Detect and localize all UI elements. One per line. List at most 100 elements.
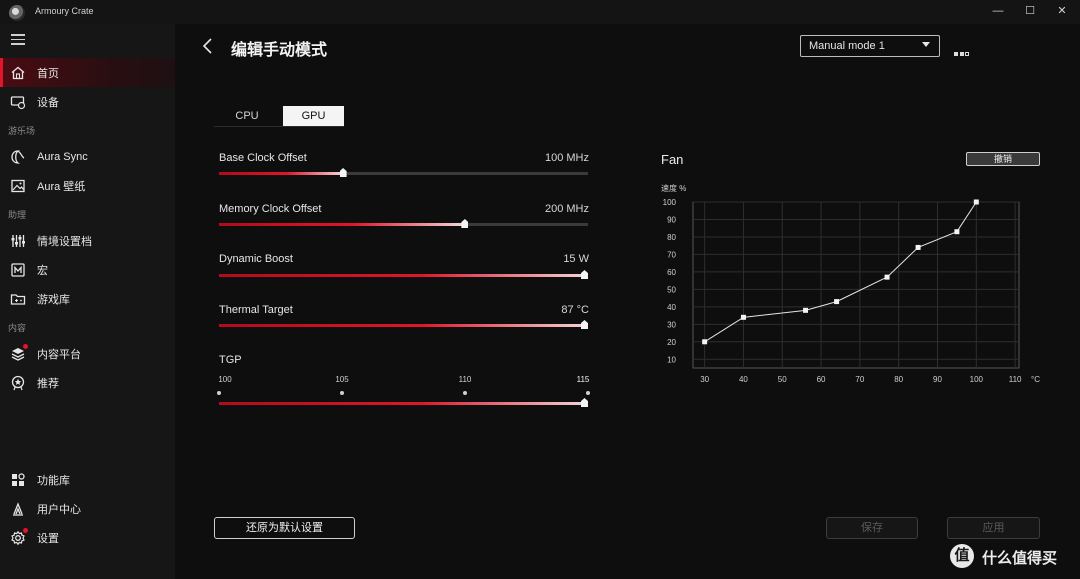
sidebar-item-content-platform[interactable]: 内容平台 (0, 339, 175, 368)
sidebar-item-macro[interactable]: 宏 (0, 255, 175, 284)
y-tick-label: 20 (667, 338, 676, 347)
dynamic-boost-label: Dynamic Boost (219, 253, 293, 265)
menu-icon[interactable] (11, 34, 25, 45)
mode-select-value: Manual mode 1 (809, 40, 885, 52)
sidebar-item-user-center[interactable]: 用户中心 (0, 494, 175, 523)
thermal-target-slider[interactable] (219, 320, 588, 329)
dynamic-boost-value: 15 W (563, 253, 589, 265)
fan-curve-point[interactable] (834, 299, 840, 305)
mode-select-dropdown[interactable]: Manual mode 1 (800, 35, 940, 57)
tgp-tick-dot (586, 391, 590, 395)
sidebar-item-label: 内容平台 (37, 348, 81, 361)
watermark-text: 什么值得买 (982, 550, 1058, 567)
fan-title: Fan (661, 152, 684, 167)
sidebar-item-label: 游戏库 (37, 293, 70, 306)
sidebar-item-scenario-profile[interactable]: 情境设置档 (0, 226, 175, 255)
x-tick-label: 90 (933, 375, 942, 384)
x-tick-label: 80 (894, 375, 903, 384)
sidebar-item-device[interactable]: 设备 (0, 87, 175, 116)
dynamic-boost-slider[interactable] (219, 270, 588, 279)
fan-curve-point[interactable] (740, 314, 746, 320)
device-tabs: CPU GPU (214, 106, 344, 127)
x-tick-label: 50 (778, 375, 787, 384)
memory-clock-value: 200 MHz (544, 203, 589, 215)
x-unit-label: °C (1031, 375, 1040, 384)
save-button[interactable]: 保存 (826, 517, 918, 539)
fan-curve-point[interactable] (803, 307, 809, 313)
sidebar-item-label: 用户中心 (37, 503, 81, 516)
base-clock-label: Base Clock Offset (219, 152, 307, 164)
reset-default-button[interactable]: 还原为默认设置 (214, 517, 355, 539)
maximize-button[interactable]: ☐ (1020, 3, 1040, 19)
watermark: 值 什么值得买 (950, 544, 1080, 572)
tgp-tick-label: 110 (458, 375, 472, 384)
tgp-tick-dot (217, 391, 221, 395)
title-bar: Armoury Crate — ☐ ✕ (0, 0, 1080, 24)
sidebar: 首页 设备 游乐场 Aura Sync Aura 壁纸 助理 情境设置档 宏 游… (0, 24, 175, 579)
armoury-crate-logo-icon (9, 5, 25, 21)
thermal-target-value: 87 °C (561, 304, 589, 316)
tgp-tick-label: 105 (335, 375, 349, 384)
tab-gpu[interactable]: GPU (280, 106, 344, 126)
tab-cpu[interactable]: CPU (214, 106, 280, 126)
x-tick-label: 40 (739, 375, 748, 384)
x-tick-label: 100 (970, 375, 984, 384)
aura-sync-icon (11, 149, 25, 164)
tgp-slider[interactable] (219, 398, 588, 407)
wallpaper-icon (11, 179, 25, 192)
fan-curve-point[interactable] (915, 244, 921, 250)
y-tick-label: 70 (667, 250, 676, 259)
more-options-icon[interactable] (954, 43, 974, 56)
undo-button[interactable]: 撤销 (966, 152, 1040, 166)
macro-icon (11, 262, 25, 277)
y-tick-label: 10 (667, 355, 676, 364)
feature-library-icon (12, 472, 25, 486)
sidebar-item-label: 设备 (37, 96, 59, 109)
y-tick-label: 90 (667, 215, 676, 224)
slider-fill (219, 324, 588, 327)
sidebar-item-label: 首页 (37, 67, 59, 80)
sidebar-item-label: Aura Sync (37, 150, 88, 163)
home-icon (11, 66, 25, 79)
section-label-assistant: 助理 (8, 210, 27, 220)
sidebar-item-label: 设置 (37, 532, 59, 545)
sidebar-item-home[interactable]: 首页 (0, 58, 175, 87)
sidebar-item-aura-wallpaper[interactable]: Aura 壁纸 (0, 171, 175, 200)
y-tick-label: 40 (667, 303, 676, 312)
slider-fill (219, 402, 588, 405)
sidebar-item-label: 宏 (37, 264, 48, 277)
base-clock-value: 100 MHz (544, 152, 589, 164)
memory-clock-slider[interactable] (219, 219, 588, 228)
fan-curve-chart[interactable]: 10 20 30 40 50 60 70 80 90 100 30 40 50 60 70 80 90 100 11… (655, 190, 1045, 390)
sidebar-item-feature-library[interactable]: 功能库 (0, 465, 175, 494)
base-clock-slider[interactable] (219, 168, 588, 177)
plot-frame (692, 201, 1020, 369)
fan-curve-point[interactable] (973, 199, 979, 205)
close-button[interactable]: ✕ (1052, 3, 1072, 19)
fan-curve-point[interactable] (954, 229, 960, 235)
tgp-tick-label: 100 (218, 375, 232, 384)
thermal-target-label: Thermal Target (219, 304, 293, 316)
back-arrow-icon[interactable] (201, 37, 215, 55)
sidebar-item-game-library[interactable]: 游戏库 (0, 284, 175, 313)
x-tick-label: 60 (817, 375, 826, 384)
apply-button[interactable]: 应用 (947, 517, 1040, 539)
y-tick-label: 100 (663, 198, 677, 207)
tgp-tick-dot (340, 391, 344, 395)
page-title: 编辑手动模式 (231, 42, 328, 59)
x-tick-label: 30 (700, 375, 709, 384)
minimize-button[interactable]: — (988, 3, 1008, 19)
sidebar-item-recommend[interactable]: 推荐 (0, 368, 175, 397)
x-tick-label: 70 (855, 375, 864, 384)
fan-curve-point[interactable] (884, 274, 890, 280)
sidebar-item-settings[interactable]: 设置 (0, 523, 175, 552)
y-tick-label: 50 (667, 285, 676, 294)
section-label-playground: 游乐场 (8, 126, 36, 136)
fan-curve-point[interactable] (702, 339, 708, 345)
device-icon (10, 95, 26, 109)
slider-fill (219, 223, 465, 226)
tgp-tick-label: 115 (576, 375, 590, 384)
sidebar-item-aura-sync[interactable]: Aura Sync (0, 142, 175, 171)
user-center-icon (13, 501, 23, 516)
game-library-icon (10, 293, 26, 305)
